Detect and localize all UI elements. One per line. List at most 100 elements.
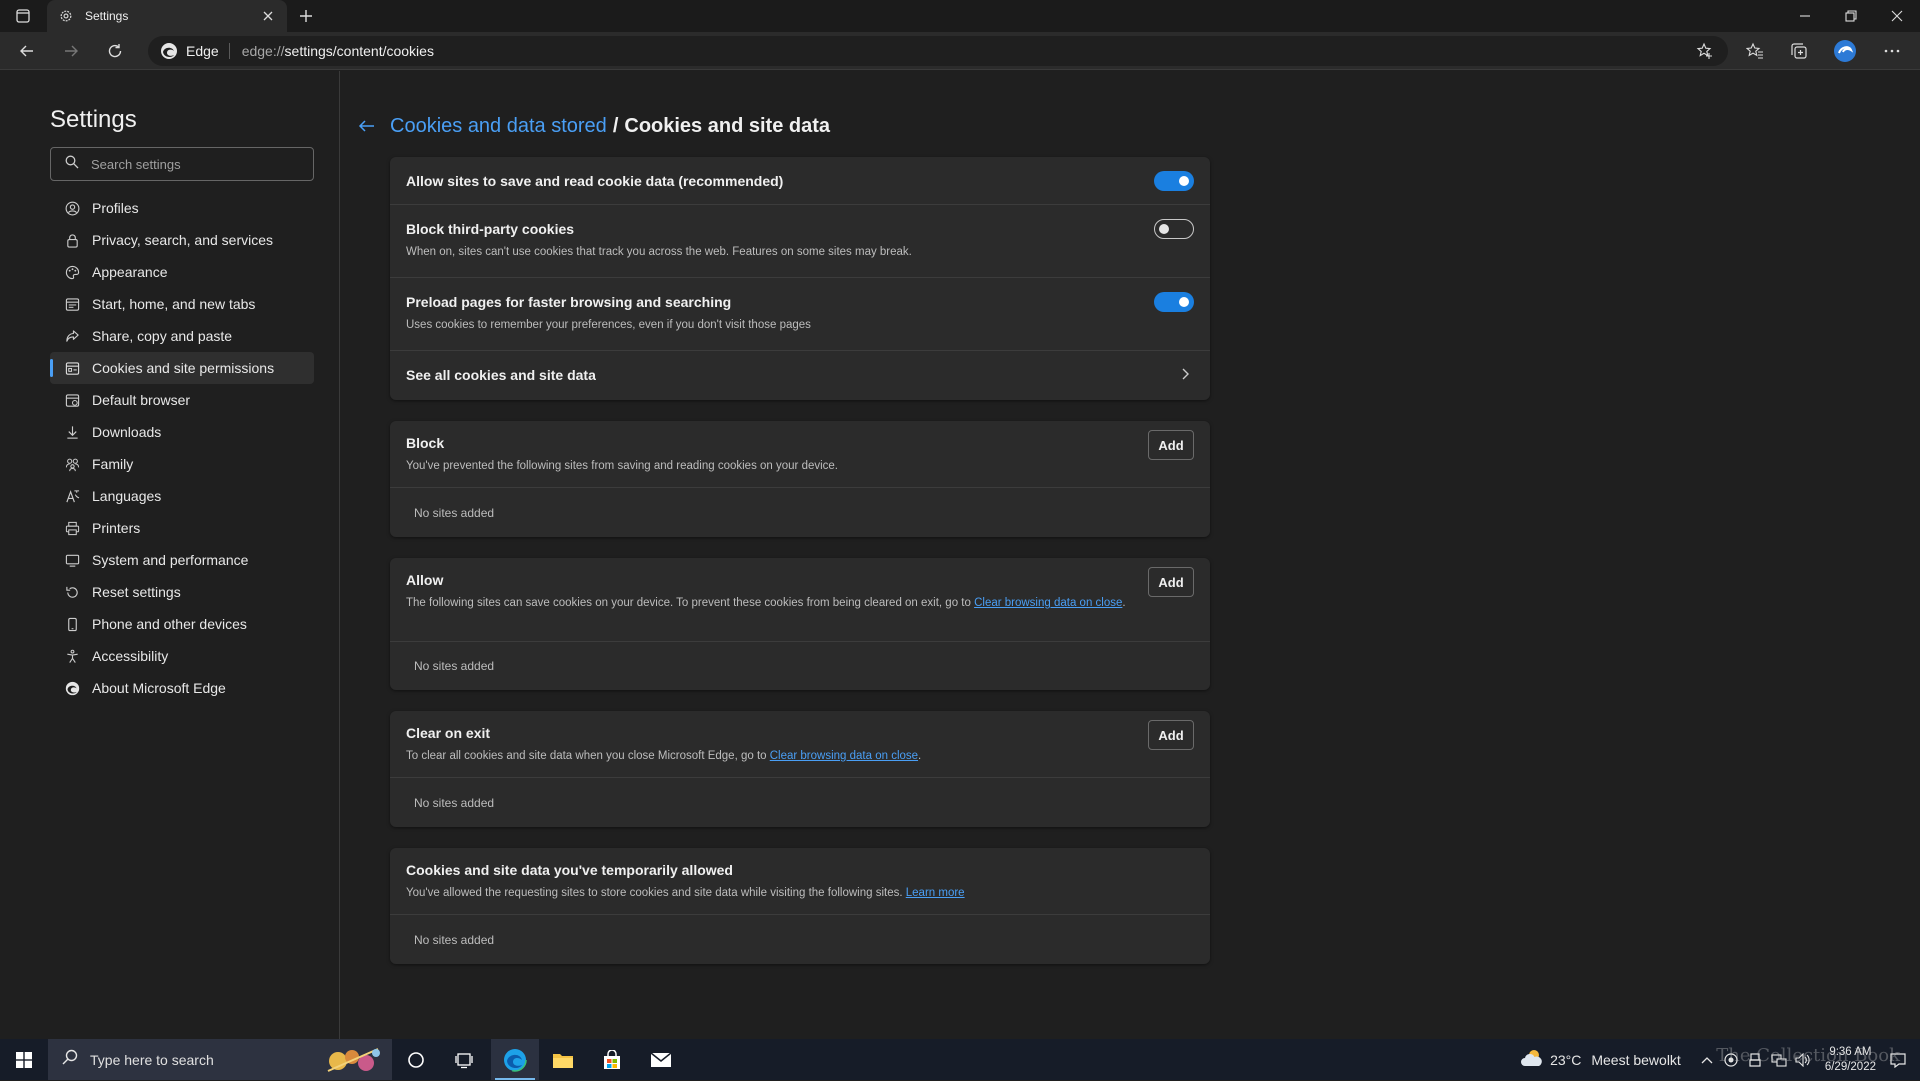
see-all-cookies-link[interactable]: See all cookies and site data [390,351,1210,399]
temporarily-allowed-list: No sites added [390,915,1210,964]
sidebar-item-accessibility[interactable]: Accessibility [50,640,314,672]
sidebar-item-cookies-permissions[interactable]: Cookies and site permissions [50,352,314,384]
weather-temperature: 23°C [1550,1051,1582,1068]
temporarily-allowed-card: Cookies and site data you've temporarily… [390,848,1210,964]
clear-on-exit-add-button[interactable]: Add [1148,720,1194,750]
weather-widget[interactable]: 23°C Meest bewolkt [1520,1048,1681,1071]
allow-list: No sites added [390,642,1210,690]
forward-arrow-icon[interactable] [56,37,86,65]
sidebar-item-profiles[interactable]: Profiles [50,192,314,224]
description-text: To clear all cookies and site data when … [406,750,770,762]
empty-list-text: No sites added [414,795,495,810]
edge-logo-icon [160,42,178,60]
cloudy-weather-icon [1520,1048,1544,1071]
settings-search-box[interactable] [50,147,314,181]
close-window-icon[interactable] [1874,0,1920,32]
section-description: You've allowed the requesting sites to s… [406,885,1194,901]
breadcrumb-parent-link[interactable]: Cookies and data stored [390,115,607,138]
taskbar-search-placeholder: Type here to search [90,1051,214,1068]
preload-pages-toggle[interactable] [1154,292,1194,312]
section-title: Allow [406,572,444,588]
sidebar-item-start-home[interactable]: Start, home, and new tabs [50,288,314,320]
close-tab-icon[interactable] [259,7,277,25]
address-bar-row: Edge edge:// settings/content/cookies [0,32,1920,70]
block-add-button[interactable]: Add [1148,430,1194,460]
clear-browsing-data-link[interactable]: Clear browsing data on close [974,597,1122,609]
back-arrow-icon[interactable] [12,37,42,65]
window-controls [1782,0,1920,32]
windows-start-button[interactable] [0,1039,48,1080]
cookie-settings-card: Allow sites to save and read cookie data… [390,157,1210,400]
sidebar-item-label: Share, copy and paste [92,328,233,344]
address-bar[interactable]: Edge edge:// settings/content/cookies [148,36,1728,66]
sidebar-item-system-performance[interactable]: System and performance [50,544,314,576]
minimize-icon[interactable] [1782,0,1828,32]
download-icon [64,424,80,440]
omnibox-divider [228,43,230,59]
sidebar-item-about-edge[interactable]: About Microsoft Edge [50,672,314,704]
sidebar-item-label: Languages [92,488,162,504]
description-end: . [1122,597,1126,609]
profile-avatar-icon[interactable] [1833,39,1857,63]
allow-add-button[interactable]: Add [1148,567,1194,597]
setting-title: Allow sites to save and read cookie data… [406,173,784,189]
favorites-icon[interactable] [1743,39,1767,63]
sidebar-item-privacy[interactable]: Privacy, search, and services [50,224,314,256]
task-view-icon[interactable] [440,1039,488,1080]
temporarily-allowed-header-row: Cookies and site data you've temporarily… [390,848,1210,915]
chevron-up-icon[interactable] [1695,1048,1719,1072]
sidebar-item-downloads[interactable]: Downloads [50,416,314,448]
sidebar-item-default-browser[interactable]: Default browser [50,384,314,416]
lock-icon [64,232,80,248]
file-explorer-icon[interactable] [539,1039,587,1080]
accessibility-icon [64,648,80,664]
empty-list-text: No sites added [414,659,495,673]
taskbar-edge-icon[interactable] [491,1039,539,1080]
watermark-text: The Collection Book [1716,1045,1900,1066]
weather-description: Meest bewolkt [1591,1051,1681,1068]
empty-list-text: No sites added [414,932,495,947]
sidebar-item-family[interactable]: Family [50,448,314,480]
sidebar-item-label: Printers [92,520,141,536]
back-arrow-icon[interactable] [356,115,378,137]
restore-icon[interactable] [1828,0,1874,32]
sidebar-item-appearance[interactable]: Appearance [50,256,314,288]
sidebar-item-label: Downloads [92,424,162,440]
sidebar-item-label: System and performance [92,552,249,568]
cortana-icon[interactable] [392,1039,440,1080]
setting-row-preload: Preload pages for faster browsing and se… [390,278,1210,351]
mail-icon[interactable] [637,1039,685,1080]
clear-browsing-data-link[interactable]: Clear browsing data on close [770,750,918,762]
learn-more-link[interactable]: Learn more [906,887,965,899]
microsoft-store-icon[interactable] [588,1039,636,1080]
allow-cookies-toggle[interactable] [1154,171,1194,191]
sidebar-item-languages[interactable]: Languages [50,480,314,512]
tab-actions-icon[interactable] [10,6,36,26]
more-options-icon[interactable] [1880,39,1904,63]
clear-on-exit-card: Clear on exit To clear all cookies and s… [390,711,1210,827]
refresh-icon[interactable] [100,37,130,65]
block-third-party-toggle[interactable] [1154,219,1194,239]
sidebar-item-label: Default browser [92,392,191,408]
gear-icon [57,7,75,25]
tab-settings[interactable]: Settings [47,0,287,32]
sidebar-item-share-copy-paste[interactable]: Share, copy and paste [50,320,314,352]
site-identity-label[interactable]: Edge [186,43,219,59]
description-end: . [918,750,922,762]
search-input[interactable] [91,156,291,172]
allow-header-row: Allow The following sites can save cooki… [390,558,1210,642]
sidebar-item-printers[interactable]: Printers [50,512,314,544]
allow-sites-card: Allow The following sites can save cooki… [390,558,1210,690]
sidebar-item-phone-devices[interactable]: Phone and other devices [50,608,314,640]
sidebar-item-reset-settings[interactable]: Reset settings [50,576,314,608]
system-icon [64,552,80,568]
profile-icon [64,200,80,216]
collections-icon[interactable] [1787,39,1811,63]
taskbar-search-box[interactable]: Type here to search [48,1039,392,1080]
new-tab-button[interactable] [294,4,318,28]
setting-row-allow-cookies: Allow sites to save and read cookie data… [390,157,1210,205]
add-favorite-star-icon[interactable] [1696,42,1714,60]
clear-on-exit-list: No sites added [390,778,1210,827]
share-icon [64,328,80,344]
sidebar-item-label: About Microsoft Edge [92,680,226,696]
